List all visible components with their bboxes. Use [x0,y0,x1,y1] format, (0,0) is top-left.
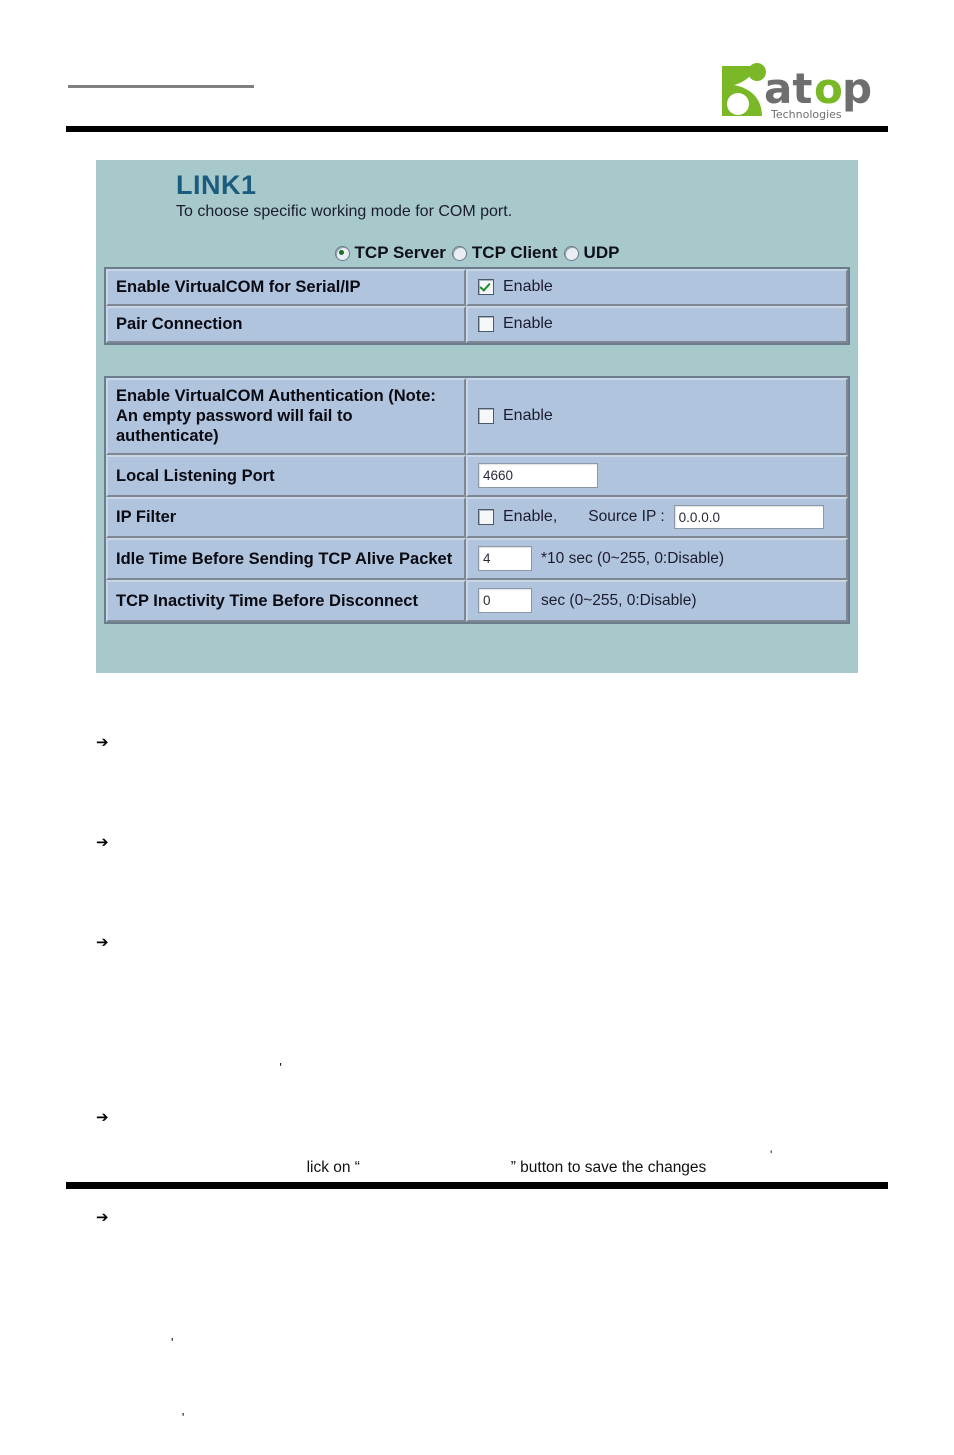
table-row: IP Filter Enable, Source IP : [106,497,848,539]
list-item-continuation: ' [96,1380,896,1455]
list-item-text: lick on “ ” button to save the changes [147,1159,707,1176]
row-label-tcp-inactivity-disconnect: TCP Inactivity Time Before Disconnect [106,580,466,623]
list-item-continuation: ' [96,1305,896,1380]
radio-icon-udp[interactable] [563,245,579,261]
list-item: ➔ [96,830,896,930]
row-label-pair-connection: Pair Connection [106,306,466,344]
radio-label-tcp-server: TCP Server [354,243,446,262]
checkbox-label-ip-filter-enable: Enable, [503,508,558,526]
row-value-pair-connection: Enable [466,306,848,344]
row-value-tcp-inactivity-disconnect: sec (0~255, 0:Disable) [466,580,848,623]
arrow-icon: ➔ [96,1208,109,1226]
radio-option-udp[interactable]: UDP [563,243,620,263]
list-item: ➔ [96,1205,896,1305]
atop-logo: at o p Technologies [716,58,888,126]
atop-logo-svg: at o p Technologies [722,63,872,121]
svg-text:p: p [842,64,872,113]
table-row: Pair Connection Enable [106,306,848,344]
page-title: LINK1 [176,170,257,200]
row-value-virtualcom-authentication: Enable [466,378,848,456]
stray-mark-text: ' [113,1410,185,1425]
radio-icon-tcp-client[interactable] [451,245,467,261]
list-item: ➔ lick on “ ” button to save the changes [96,1105,896,1205]
table-row: Enable VirtualCOM Authentication (Note: … [106,378,848,456]
arrow-icon: ➔ [96,933,109,951]
row-value-enable-virtualcom-serialip: Enable [466,269,848,307]
idle-time-tcp-alive-input[interactable] [478,546,532,572]
row-value-ip-filter: Enable, Source IP : [466,497,848,539]
row-label-text-virtualcom-authentication: Enable VirtualCOM Authentication (Note: … [116,387,436,446]
checkbox-label-virtualcom-authentication: Enable [503,407,553,425]
table-row: Idle Time Before Sending TCP Alive Packe… [106,538,848,581]
settings-table-group-1: Enable VirtualCOM for Serial/IP Enable P… [104,267,850,346]
working-mode-radio-group: TCP Server TCP Client UDP [96,243,858,263]
header-main-rule [66,126,888,132]
page-subtitle: To choose specific working mode for COM … [176,203,513,220]
checkbox-ip-filter-enable[interactable] [478,509,494,526]
radio-option-tcp-server[interactable]: TCP Server [334,243,446,263]
radio-option-tcp-client[interactable]: TCP Client [451,243,558,263]
hint-tcp-inactivity-disconnect: sec (0~255, 0:Disable) [541,591,697,609]
row-label-virtualcom-authentication: Enable VirtualCOM Authentication (Note: … [106,378,466,456]
row-label-enable-virtualcom-serialip: Enable VirtualCOM for Serial/IP [106,269,466,307]
row-value-idle-time-tcp-alive: *10 sec (0~255, 0:Disable) [466,538,848,581]
radio-label-udp: UDP [583,243,620,262]
svg-text:Technologies: Technologies [770,108,842,121]
arrow-icon: ➔ [96,1108,109,1126]
local-listening-port-input[interactable] [478,463,598,489]
list-item: ➔ [96,730,896,830]
table-row: TCP Inactivity Time Before Disconnect se… [106,580,848,623]
link1-config-panel: LINK1 To choose specific working mode fo… [96,160,858,673]
row-label-ip-filter: IP Filter [106,497,466,539]
hint-idle-time-tcp-alive: *10 sec (0~255, 0:Disable) [541,549,725,567]
footer-rule [66,1182,888,1189]
checkbox-enable-virtualcom-serialip[interactable] [478,279,494,296]
list-item: ➔ [96,930,896,1030]
arrow-icon: ➔ [96,733,109,751]
svg-text:at: at [764,64,812,113]
row-label-idle-time-tcp-alive: Idle Time Before Sending TCP Alive Packe… [106,538,466,581]
table-row: Enable VirtualCOM for Serial/IP Enable [106,269,848,307]
footer-stray-mark: ' [770,1148,773,1162]
checkbox-label-pair-connection: Enable [503,315,553,333]
stray-mark-text: ' [113,1060,282,1075]
row-label-local-listening-port: Local Listening Port [106,455,466,498]
settings-table-group-2: Enable VirtualCOM Authentication (Note: … [104,376,850,625]
checkbox-label-enable-virtualcom-serialip: Enable [503,278,553,296]
checkbox-virtualcom-authentication[interactable] [478,408,494,425]
source-ip-input[interactable] [673,505,824,530]
source-ip-label: Source IP : [588,508,665,526]
tcp-inactivity-disconnect-input[interactable] [478,588,532,614]
list-item-continuation: ' [96,1030,896,1105]
table-row: Local Listening Port [106,455,848,498]
arrow-icon: ➔ [96,833,109,851]
radio-label-tcp-client: TCP Client [471,243,558,262]
checkbox-pair-connection[interactable] [478,316,494,333]
radio-icon-tcp-server[interactable] [334,245,350,261]
stray-mark-text: ' [113,1335,174,1350]
svg-text:o: o [814,64,843,113]
row-value-local-listening-port [466,455,848,498]
instruction-list: ➔ ➔ ➔ ' ➔ lick on “ ” button to save the… [96,730,896,1455]
header-small-rule [68,85,254,88]
